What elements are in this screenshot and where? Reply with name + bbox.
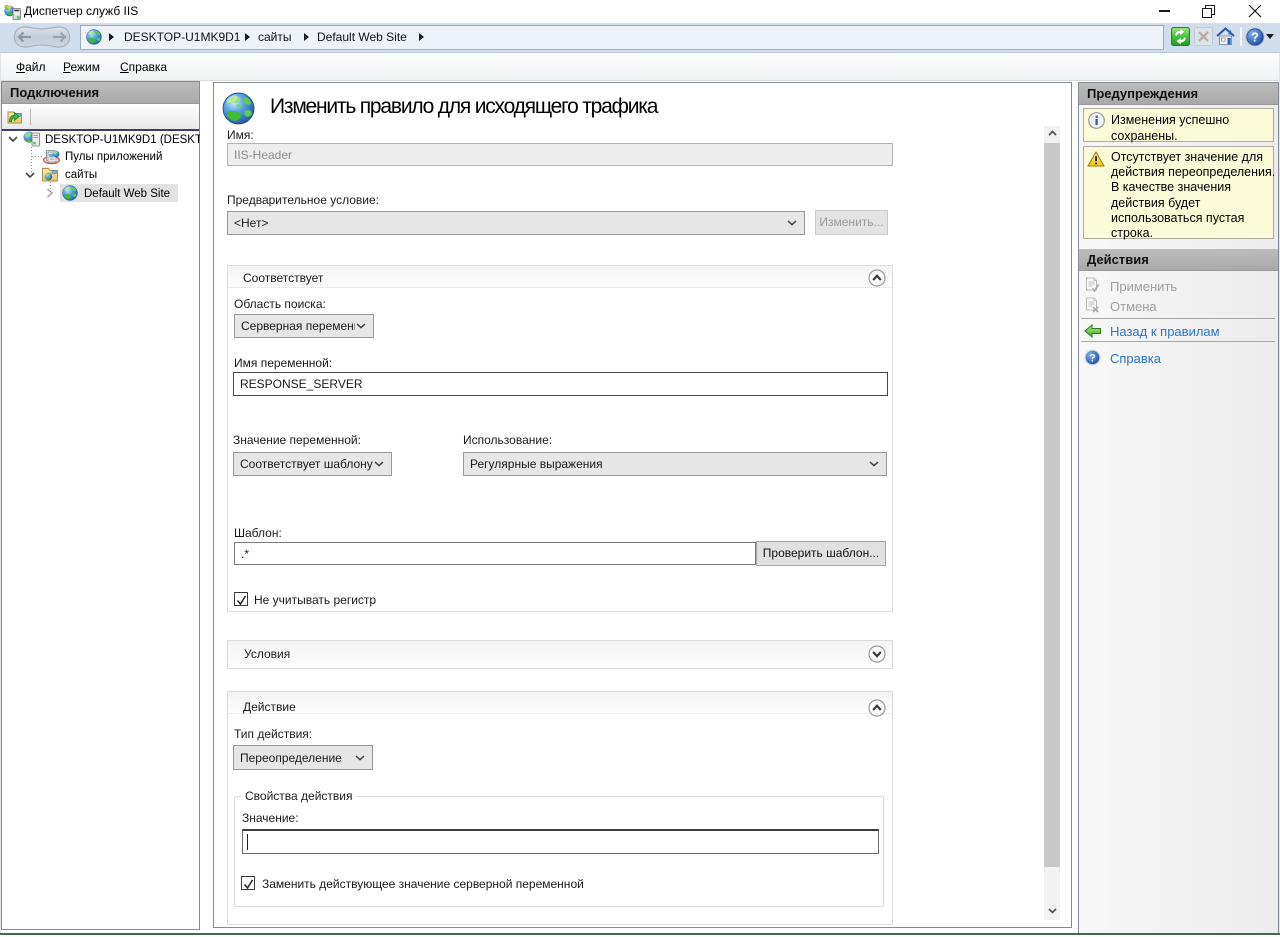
svg-text:?: ? — [1089, 353, 1096, 365]
svg-text:?: ? — [1251, 30, 1259, 45]
